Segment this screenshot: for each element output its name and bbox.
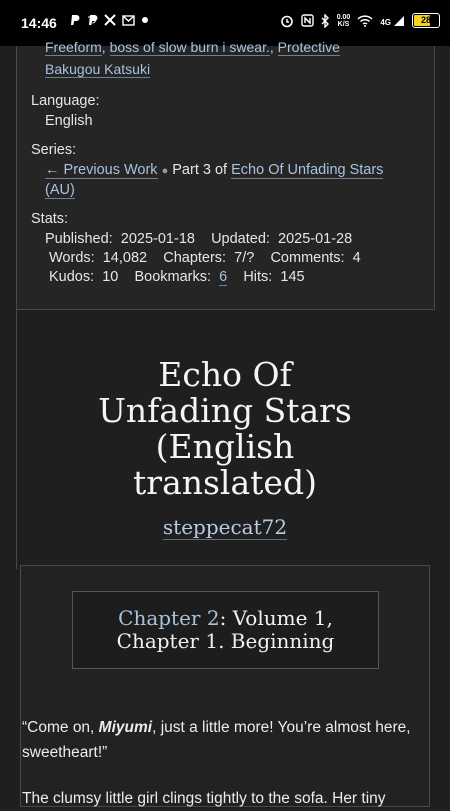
bluetooth-icon bbox=[321, 13, 329, 28]
published-date: 2025-01-18 bbox=[120, 231, 195, 247]
series-link[interactable]: Echo Of Unfading Stars bbox=[231, 162, 384, 179]
system-icons: 0.00 K/S 4G 28 bbox=[280, 13, 440, 28]
comments-count: 4 bbox=[352, 250, 361, 266]
tag-link[interactable]: Freeform bbox=[45, 39, 102, 56]
emphasis-name: Miyumi bbox=[98, 719, 153, 736]
language-value: English bbox=[45, 113, 93, 129]
chapter-paragraph: The clumsy little girl clings tightly to… bbox=[22, 790, 386, 807]
language-label: Language: bbox=[31, 93, 100, 109]
chapter-title-line2: Chapter 1. Beginning bbox=[116, 629, 335, 653]
series-row: ← Previous Work ● Part 3 of Echo Of Unfa… bbox=[45, 162, 384, 179]
words-label: Words: bbox=[49, 250, 95, 266]
cellular-signal: 4G bbox=[380, 15, 405, 27]
title-line: Unfading Stars bbox=[98, 391, 352, 430]
chapters-count: 7/? bbox=[234, 250, 255, 266]
stats-row-1: Published: 2025-01-18 Updated: 2025-01-2… bbox=[45, 231, 352, 247]
comments-label: Comments: bbox=[270, 250, 345, 266]
stats-row-3: Kudos: 10 Bookmarks: 6 Hits: 145 bbox=[49, 269, 305, 286]
tag-link[interactable]: boss of slow burn i swear. bbox=[109, 39, 270, 56]
chapter-paragraph: “Come on, Miyumi, just a little more! Yo… bbox=[22, 719, 411, 761]
series-link-continued[interactable]: (AU) bbox=[45, 182, 75, 199]
network-speed: 0.00 K/S bbox=[336, 13, 351, 28]
series-part: Part 3 of bbox=[172, 162, 228, 178]
notification-icons bbox=[70, 14, 149, 26]
bookmarks-link[interactable]: 6 bbox=[219, 269, 228, 286]
work-title: Echo Of Unfading Stars (English translat… bbox=[40, 357, 410, 501]
chapters-label: Chapters: bbox=[163, 250, 227, 266]
author-byline: steppecat72 bbox=[0, 515, 450, 540]
hits-count: 145 bbox=[280, 269, 305, 285]
updated-label: Updated: bbox=[211, 231, 270, 247]
stats-label: Stats: bbox=[31, 211, 69, 227]
tag-link[interactable]: Bakugou Katsuki bbox=[45, 61, 151, 78]
tags-row: Freeform, boss of slow burn i swear., Pr… bbox=[45, 39, 340, 56]
wifi-icon bbox=[357, 14, 373, 27]
battery-icon: 28 bbox=[412, 13, 440, 28]
dot-icon bbox=[142, 17, 148, 23]
title-line: Echo Of bbox=[158, 355, 292, 394]
updated-date: 2025-01-28 bbox=[278, 231, 353, 247]
hits-label: Hits: bbox=[243, 269, 273, 285]
alarm-icon bbox=[280, 15, 293, 27]
title-line: (English bbox=[155, 427, 295, 466]
x-icon bbox=[104, 14, 116, 26]
kudos-label: Kudos: bbox=[49, 269, 95, 285]
kudos-count: 10 bbox=[102, 269, 119, 285]
stats-row-2: Words: 14,082 Chapters: 7/? Comments: 4 bbox=[49, 250, 361, 266]
author-link[interactable]: steppecat72 bbox=[162, 515, 288, 540]
p-app-icon bbox=[88, 15, 98, 25]
chapter-heading: Chapter 2: Volume 1, Chapter 1. Beginnin… bbox=[72, 591, 379, 669]
chapter-title-part: : Volume 1, bbox=[219, 606, 333, 630]
bookmarks-label: Bookmarks: bbox=[134, 269, 212, 285]
clock: 14:46 bbox=[21, 15, 57, 31]
words-count: 14,082 bbox=[102, 250, 148, 266]
series-label: Series: bbox=[31, 142, 77, 158]
title-line: translated) bbox=[133, 463, 317, 502]
chapter-link[interactable]: Chapter 2 bbox=[118, 606, 219, 630]
tag-link[interactable]: Protective bbox=[277, 39, 340, 56]
nfc-icon bbox=[301, 14, 314, 27]
previous-work-link[interactable]: ← Previous Work bbox=[45, 162, 158, 179]
tags-row: Bakugou Katsuki bbox=[45, 61, 151, 78]
mail-icon bbox=[122, 14, 135, 26]
published-label: Published: bbox=[45, 231, 113, 247]
series-row-2: (AU) bbox=[45, 182, 75, 199]
work-meta: Freeform, boss of slow burn i swear., Pr… bbox=[16, 39, 435, 310]
separator-dot: ● bbox=[161, 165, 169, 177]
signal-icon bbox=[394, 15, 404, 26]
p-app-icon bbox=[71, 15, 80, 25]
